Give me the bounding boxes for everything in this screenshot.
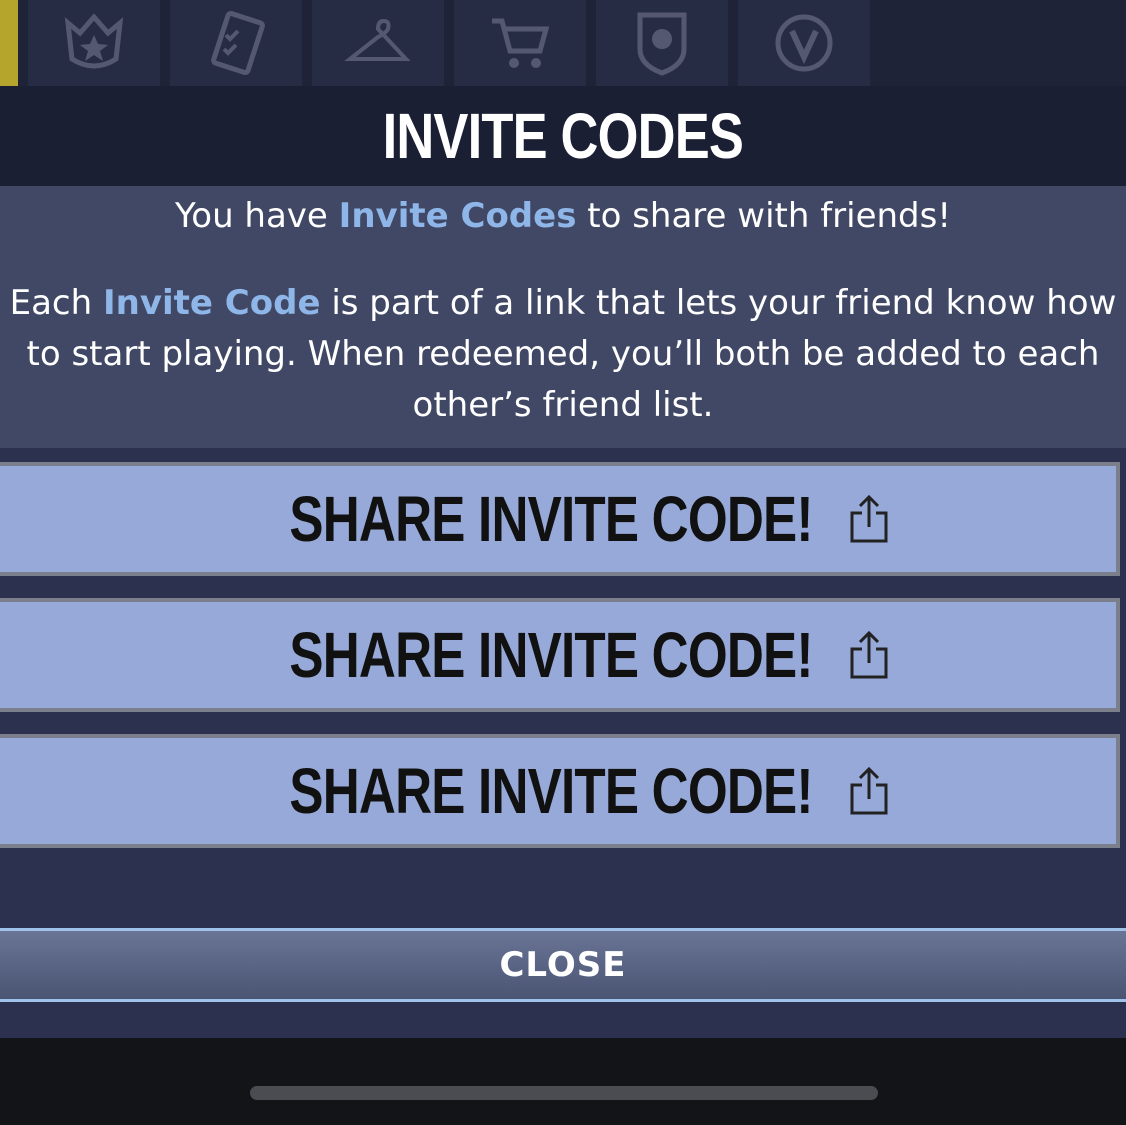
description-highlight: Invite Code <box>102 283 321 323</box>
share-button-label: SHARE INVITE CODE! <box>289 483 813 555</box>
intro-text: You have Invite Codes to share with frie… <box>0 194 1126 238</box>
intro-highlight: Invite Codes <box>338 196 577 236</box>
modal-title: INVITE CODES <box>382 100 744 172</box>
share-icon <box>850 494 888 543</box>
nav-accent <box>0 0 18 86</box>
intro-text-start: You have <box>175 196 339 236</box>
career-shield-icon <box>637 12 687 76</box>
star-crest-icon <box>64 13 124 69</box>
vbucks-icon <box>775 14 833 72</box>
share-button-label: SHARE INVITE CODE! <box>289 755 813 827</box>
share-invite-code-button[interactable]: SHARE INVITE CODE! <box>0 734 1120 848</box>
nav-tab-locker[interactable] <box>312 0 444 86</box>
share-icon <box>850 630 888 679</box>
home-indicator[interactable] <box>250 1086 878 1100</box>
modal-footer: CLOSE <box>0 904 1126 1038</box>
nav-tab-battle-pass[interactable] <box>28 0 160 86</box>
hanger-icon <box>344 18 411 61</box>
top-nav-bar <box>0 0 1126 86</box>
share-icon <box>850 766 888 815</box>
nav-tab-store[interactable] <box>454 0 586 86</box>
share-invite-code-button[interactable]: SHARE INVITE CODE! <box>0 598 1120 712</box>
close-button[interactable]: CLOSE <box>0 928 1126 1002</box>
nav-tab-vbucks[interactable] <box>738 0 870 86</box>
nav-tab-career[interactable] <box>596 0 728 86</box>
invite-codes-modal: INVITE CODES You have Invite Codes to sh… <box>0 86 1126 1038</box>
description-start: Each <box>9 283 103 323</box>
intro-text-end: to share with friends! <box>576 196 951 236</box>
modal-body: You have Invite Codes to share with frie… <box>0 186 1126 448</box>
challenges-icon <box>211 10 265 76</box>
nav-tab-challenges[interactable] <box>170 0 302 86</box>
share-button-label: SHARE INVITE CODE! <box>289 619 813 691</box>
share-invite-code-button[interactable]: SHARE INVITE CODE! <box>0 462 1120 576</box>
modal-header: INVITE CODES <box>0 86 1126 186</box>
description-text: Each Invite Code is part of a link that … <box>0 278 1126 431</box>
cart-icon <box>492 18 550 68</box>
bottom-strip <box>0 1038 1126 1125</box>
